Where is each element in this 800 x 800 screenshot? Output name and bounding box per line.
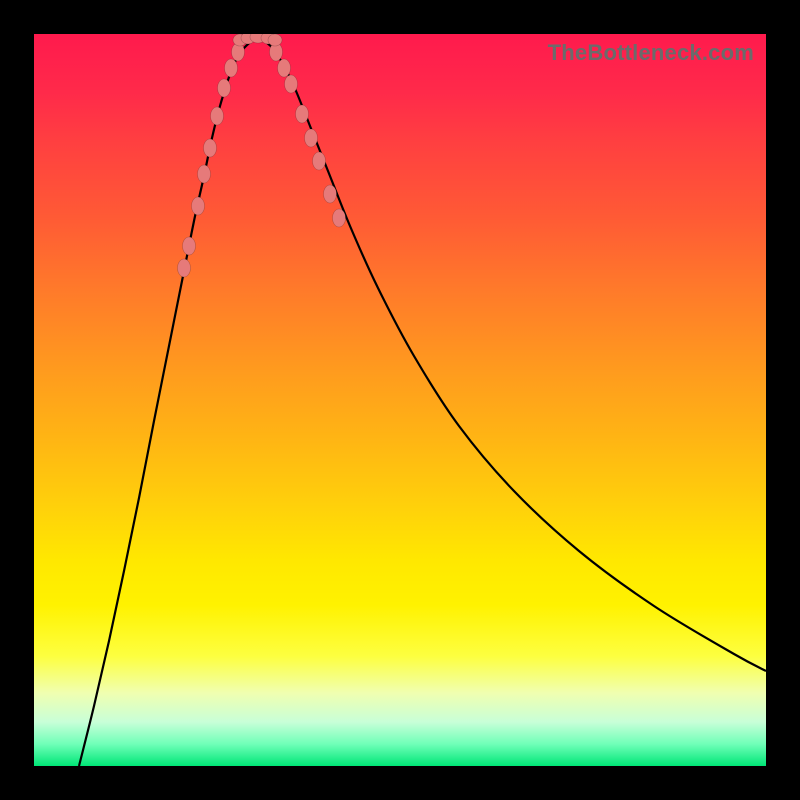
data-marker xyxy=(204,139,217,157)
data-marker xyxy=(268,34,282,46)
data-marker xyxy=(278,59,291,77)
markers-left-branch xyxy=(178,43,245,277)
data-marker xyxy=(296,105,309,123)
data-marker xyxy=(218,79,231,97)
data-marker xyxy=(225,59,238,77)
data-marker xyxy=(198,165,211,183)
plot-area: TheBottleneck.com xyxy=(34,34,766,766)
data-marker xyxy=(211,107,224,125)
data-marker xyxy=(285,75,298,93)
markers-right-branch xyxy=(270,43,346,227)
chart-svg xyxy=(34,34,766,766)
data-marker xyxy=(183,237,196,255)
data-marker xyxy=(178,259,191,277)
data-marker xyxy=(305,129,318,147)
outer-frame: TheBottleneck.com xyxy=(0,0,800,800)
data-marker xyxy=(313,152,326,170)
data-marker xyxy=(324,185,337,203)
left-curve-path xyxy=(79,38,258,766)
data-marker xyxy=(333,209,346,227)
data-marker xyxy=(192,197,205,215)
right-curve-path xyxy=(258,38,766,671)
markers-bottom-cluster xyxy=(233,34,282,46)
